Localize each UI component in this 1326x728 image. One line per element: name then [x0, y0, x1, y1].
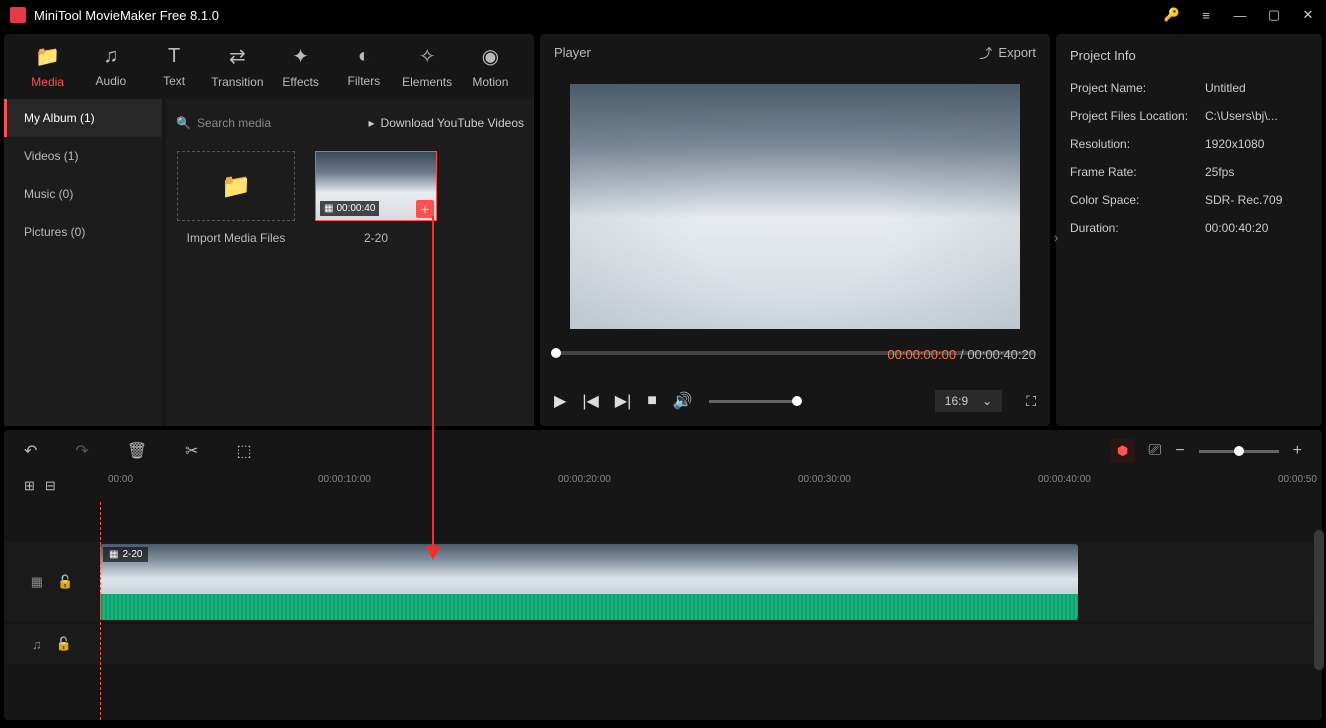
split-button[interactable]: ✂ — [185, 441, 198, 461]
tab-filters[interactable]: ◐Filters — [332, 45, 395, 88]
timeline: ↶ ↷ 🗑 ✂ ⬚ ⬢ ⎚ − + ⊞ ⊟ 00:00 00:00:10:00 … — [4, 430, 1322, 720]
import-label: Import Media Files — [187, 231, 286, 245]
search-media[interactable]: 🔍 Search media — [176, 116, 271, 130]
export-button[interactable]: ⤴ Export — [979, 43, 1036, 62]
tab-elements[interactable]: ✧Elements — [396, 44, 459, 89]
video-track-icon: ▦ — [31, 574, 43, 590]
vertical-scrollbar[interactable] — [1314, 530, 1324, 670]
preview-video[interactable] — [570, 84, 1020, 329]
export-icon: ⤴ — [979, 43, 992, 62]
project-info-panel: › Project Info Project Name:Untitled Pro… — [1056, 34, 1322, 426]
snap-button[interactable]: ⬢ — [1111, 439, 1135, 463]
lock-icon[interactable]: 🔓 — [56, 636, 72, 652]
stop-button[interactable]: ■ — [647, 392, 657, 410]
minimize-icon[interactable]: — — [1232, 7, 1248, 23]
playhead[interactable] — [100, 500, 101, 720]
app-title: MiniTool MovieMaker Free 8.1.0 — [34, 8, 1164, 23]
import-media-button[interactable]: 📁 — [177, 151, 295, 221]
audio-waveform — [100, 594, 1078, 620]
fullscreen-button[interactable]: ⛶ — [1026, 393, 1036, 410]
player-panel: Player ⤴ Export 00:00:00:00 / 00:00:40:2… — [540, 34, 1050, 426]
undo-button[interactable]: ↶ — [24, 441, 37, 461]
tab-motion[interactable]: ◉Motion — [459, 44, 522, 89]
download-youtube-button[interactable]: ▸ Download YouTube Videos — [369, 116, 524, 130]
close-icon[interactable]: ✕ — [1300, 7, 1316, 23]
video-track[interactable]: ▦ 🔓 ▦2-20 — [4, 542, 1322, 622]
menu-icon[interactable]: ≡ — [1198, 7, 1214, 23]
main-tabbar: 📁Media ♫Audio TText ⇄Transition ✦Effects… — [4, 34, 534, 99]
sidebar-item-pictures[interactable]: Pictures (0) — [4, 213, 162, 251]
lock-icon[interactable]: 🔓 — [57, 574, 73, 590]
license-key-icon[interactable]: 🔑 — [1164, 7, 1180, 23]
remove-track-button[interactable]: ⊟ — [45, 478, 56, 494]
timeline-clip[interactable]: ▦2-20 — [100, 544, 1078, 620]
redo-button[interactable]: ↷ — [75, 441, 88, 461]
timeline-ruler[interactable]: ⊞ ⊟ 00:00 00:00:10:00 00:00:20:00 00:00:… — [4, 472, 1322, 500]
collapse-panel-icon[interactable]: › — [1054, 230, 1058, 245]
youtube-icon: ▸ — [369, 116, 375, 130]
fit-button[interactable]: ⎚ — [1149, 442, 1162, 460]
app-logo-icon — [10, 7, 26, 23]
clip-name: 2-20 — [364, 231, 388, 245]
zoom-out-button[interactable]: − — [1175, 442, 1184, 460]
tab-media[interactable]: 📁Media — [16, 44, 79, 89]
folder-icon: 📁 — [221, 172, 251, 201]
film-icon: ▦ — [109, 549, 118, 560]
tab-effects[interactable]: ✦Effects — [269, 44, 332, 89]
volume-icon[interactable]: 🔊 — [673, 391, 693, 411]
tab-transition[interactable]: ⇄Transition — [206, 44, 269, 89]
crop-button[interactable]: ⬚ — [237, 441, 252, 461]
search-icon: 🔍 — [176, 116, 191, 130]
delete-button[interactable]: 🗑 — [127, 441, 147, 461]
titlebar: MiniTool MovieMaker Free 8.1.0 🔑 ≡ — ▢ ✕ — [0, 0, 1326, 30]
media-clip-thumbnail[interactable]: ▦00:00:40 + — [315, 151, 437, 221]
media-panel: 📁Media ♫Audio TText ⇄Transition ✦Effects… — [4, 34, 534, 426]
sidebar-item-music[interactable]: Music (0) — [4, 175, 162, 213]
annotation-arrow — [432, 216, 434, 558]
volume-slider[interactable] — [709, 400, 799, 403]
project-info-title: Project Info — [1070, 48, 1308, 63]
player-title: Player — [554, 45, 591, 60]
add-track-button[interactable]: ⊞ — [24, 478, 35, 494]
film-icon: ▦ — [324, 203, 333, 214]
maximize-icon[interactable]: ▢ — [1266, 7, 1282, 23]
chevron-down-icon: ⌄ — [982, 394, 992, 408]
play-button[interactable]: ▶ — [554, 391, 566, 411]
prev-frame-button[interactable]: |◀ — [582, 391, 598, 411]
aspect-dropdown[interactable]: 16:9⌄ — [935, 390, 1002, 412]
media-sidebar: My Album (1) Videos (1) Music (0) Pictur… — [4, 99, 162, 426]
zoom-slider[interactable] — [1199, 450, 1279, 453]
sidebar-item-album[interactable]: My Album (1) — [4, 99, 162, 137]
tab-audio[interactable]: ♫Audio — [79, 45, 142, 88]
zoom-in-button[interactable]: + — [1293, 442, 1302, 460]
current-time: 00:00:00:00 — [887, 347, 956, 362]
audio-track-icon: ♫ — [32, 637, 42, 652]
sidebar-item-videos[interactable]: Videos (1) — [4, 137, 162, 175]
tab-text[interactable]: TText — [143, 45, 206, 88]
audio-track[interactable]: ♫ 🔓 — [4, 624, 1322, 664]
next-frame-button[interactable]: ▶| — [615, 391, 631, 411]
